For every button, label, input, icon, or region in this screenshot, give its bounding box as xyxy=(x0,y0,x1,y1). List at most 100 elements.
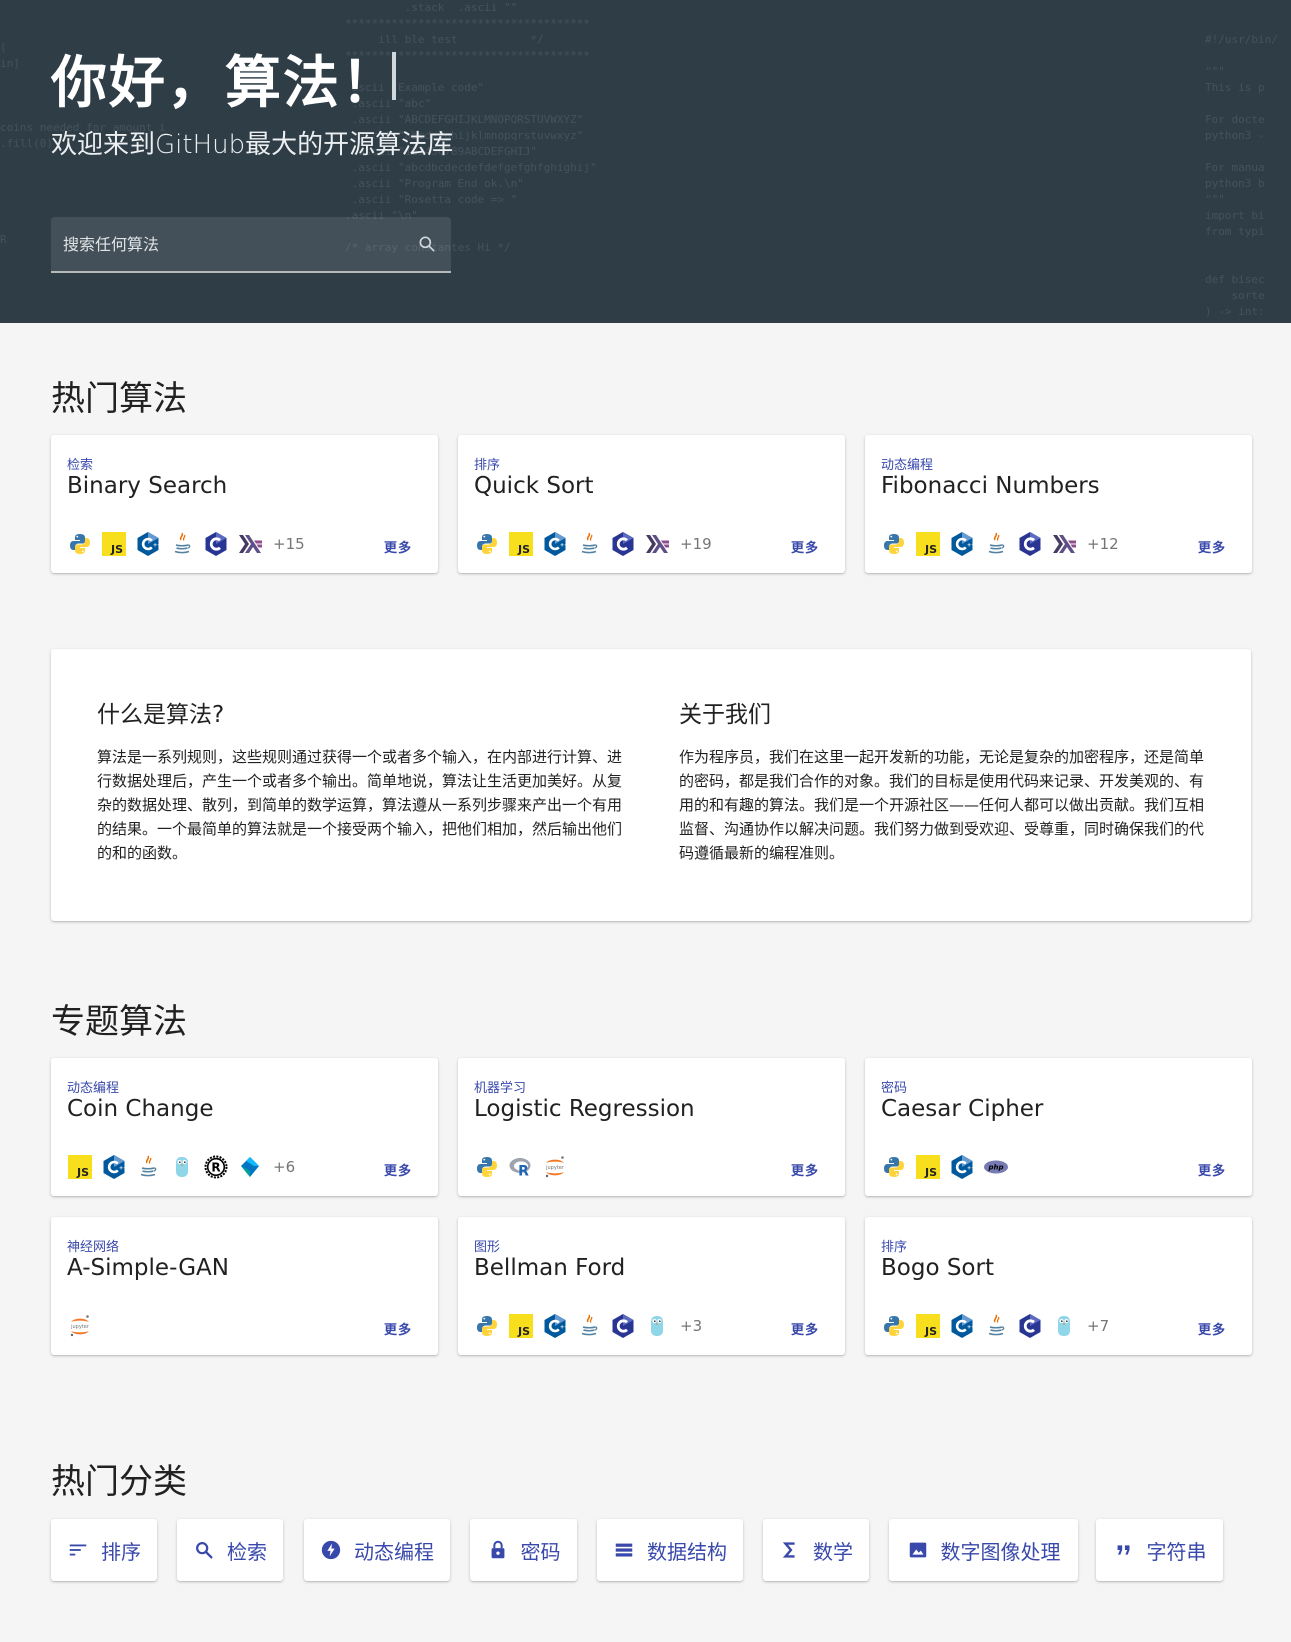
more-button[interactable]: 更多 xyxy=(384,537,412,556)
more-button[interactable]: 更多 xyxy=(384,1319,412,1338)
bolt-icon xyxy=(320,1539,354,1561)
php-icon: php xyxy=(983,1154,1009,1180)
sigma-icon xyxy=(779,1539,813,1561)
java-icon xyxy=(135,1154,161,1180)
card-category: 排序 xyxy=(881,1240,908,1255)
more-languages-count: +7 xyxy=(1087,1317,1110,1335)
language-icons: JS ++ +3 xyxy=(474,1312,702,1340)
python-icon xyxy=(474,1154,500,1180)
python-icon xyxy=(67,531,93,557)
card-title: Quick Sort xyxy=(474,473,594,499)
java-icon xyxy=(576,1313,602,1339)
go-icon xyxy=(644,1313,670,1339)
category-label: 数据结构 xyxy=(647,1539,727,1564)
list-icon xyxy=(613,1539,647,1561)
r-icon: R xyxy=(508,1154,534,1180)
category-label: 数字图像处理 xyxy=(940,1539,1061,1564)
svg-text:php: php xyxy=(987,1164,1003,1172)
lock-icon xyxy=(487,1539,521,1561)
haskell-icon xyxy=(237,531,263,557)
more-button[interactable]: 更多 xyxy=(1198,1319,1226,1338)
hero-title: 你好，算法！ xyxy=(51,51,399,116)
algorithm-card[interactable]: 机器学习 Logistic Regression Rjupyter 更多 xyxy=(458,1058,845,1196)
card-category: 动态编程 xyxy=(881,458,934,473)
svg-text:JS: JS xyxy=(76,1166,89,1179)
search-icon xyxy=(193,1539,227,1561)
algorithm-card[interactable]: 动态编程 Fibonacci Numbers JS ++ +12 更多 xyxy=(865,435,1252,573)
card-title: Logistic Regression xyxy=(474,1096,695,1122)
category-button[interactable]: 数字图像处理 xyxy=(889,1519,1078,1581)
javascript-icon: JS xyxy=(915,1313,941,1339)
svg-text:++: ++ xyxy=(967,1166,975,1172)
svg-text:++: ++ xyxy=(560,543,568,549)
javascript-icon: JS xyxy=(915,1154,941,1180)
card-category: 排序 xyxy=(474,458,501,473)
c-icon xyxy=(610,531,636,557)
language-icons: jupyter xyxy=(67,1312,101,1340)
algorithm-card[interactable]: 检索 Binary Search JS ++ +15 更多 xyxy=(51,435,438,573)
language-icons: JS ++ R +6 xyxy=(67,1153,295,1181)
card-category: 检索 xyxy=(67,458,94,473)
quote-icon xyxy=(1113,1539,1147,1561)
python-icon xyxy=(881,1313,907,1339)
category-label: 数学 xyxy=(813,1539,853,1564)
more-button[interactable]: 更多 xyxy=(1198,1160,1226,1179)
what-is-algorithm-title: 什么是算法? xyxy=(97,702,225,728)
algorithm-card[interactable]: 排序 Bogo Sort JS ++ +7 更多 xyxy=(865,1217,1252,1355)
language-icons: JS ++ +12 xyxy=(881,530,1119,558)
category-button[interactable]: 排序 xyxy=(51,1519,157,1581)
dart-icon xyxy=(237,1154,263,1180)
python-icon xyxy=(881,1154,907,1180)
algorithm-card[interactable]: 密码 Caesar Cipher JS ++ php 更多 xyxy=(865,1058,1252,1196)
svg-text:++: ++ xyxy=(560,1325,568,1331)
category-button[interactable]: 动态编程 xyxy=(304,1519,450,1581)
more-button[interactable]: 更多 xyxy=(791,1319,819,1338)
python-icon xyxy=(474,1313,500,1339)
algorithm-card[interactable]: 图形 Bellman Ford JS ++ +3 更多 xyxy=(458,1217,845,1355)
language-icons: JS ++ php xyxy=(881,1153,1017,1181)
java-icon xyxy=(169,531,195,557)
more-button[interactable]: 更多 xyxy=(791,537,819,556)
card-category: 密码 xyxy=(881,1081,908,1096)
section-title-featured: 专题算法 xyxy=(51,1002,187,1042)
c-icon xyxy=(1017,531,1043,557)
svg-text:++: ++ xyxy=(119,1166,127,1172)
svg-text:JS: JS xyxy=(924,1325,937,1338)
svg-text:JS: JS xyxy=(924,1166,937,1179)
about-us-title: 关于我们 xyxy=(679,702,771,728)
more-button[interactable]: 更多 xyxy=(791,1160,819,1179)
card-title: Bellman Ford xyxy=(474,1255,626,1281)
more-languages-count: +3 xyxy=(680,1317,703,1335)
javascript-icon: JS xyxy=(508,1313,534,1339)
svg-text:++: ++ xyxy=(967,543,975,549)
java-icon xyxy=(576,531,602,557)
more-button[interactable]: 更多 xyxy=(384,1160,412,1179)
category-button[interactable]: 密码 xyxy=(470,1519,577,1581)
svg-text:jupyter: jupyter xyxy=(70,1324,90,1330)
category-button[interactable]: 数学 xyxy=(763,1519,869,1581)
category-button[interactable]: 数据结构 xyxy=(597,1519,743,1581)
svg-text:R: R xyxy=(211,1161,220,1175)
card-title: Bogo Sort xyxy=(881,1255,994,1281)
search-input[interactable] xyxy=(63,217,403,271)
category-button[interactable]: 检索 xyxy=(177,1519,283,1581)
category-button[interactable]: 字符串 xyxy=(1096,1519,1223,1581)
more-button[interactable]: 更多 xyxy=(1198,537,1226,556)
search-icon[interactable] xyxy=(417,234,437,254)
code-background: #!/usr/bin/ """ This is p For docte pyth… xyxy=(1205,33,1278,318)
algorithm-card[interactable]: 动态编程 Coin Change JS ++ R +6 更多 xyxy=(51,1058,438,1196)
c-icon xyxy=(1017,1313,1043,1339)
card-title: Coin Change xyxy=(67,1096,214,1122)
rust-icon: R xyxy=(203,1154,229,1180)
hero-banner: ( in] coins needed for amount i .fill(0)… xyxy=(0,0,1291,323)
search-box[interactable] xyxy=(51,217,451,273)
jupyter-icon: jupyter xyxy=(542,1154,568,1180)
about-panel: 什么是算法? 算法是一系列规则，这些规则通过获得一个或者多个输入，在内部进行计算… xyxy=(51,649,1251,921)
more-languages-count: +6 xyxy=(273,1158,296,1176)
haskell-icon xyxy=(1051,531,1077,557)
language-icons: JS ++ +7 xyxy=(881,1312,1109,1340)
java-icon xyxy=(983,1313,1009,1339)
language-icons: JS ++ +19 xyxy=(474,530,712,558)
algorithm-card[interactable]: 神经网络 A-Simple-GAN jupyter 更多 xyxy=(51,1217,438,1355)
algorithm-card[interactable]: 排序 Quick Sort JS ++ +19 更多 xyxy=(458,435,845,573)
